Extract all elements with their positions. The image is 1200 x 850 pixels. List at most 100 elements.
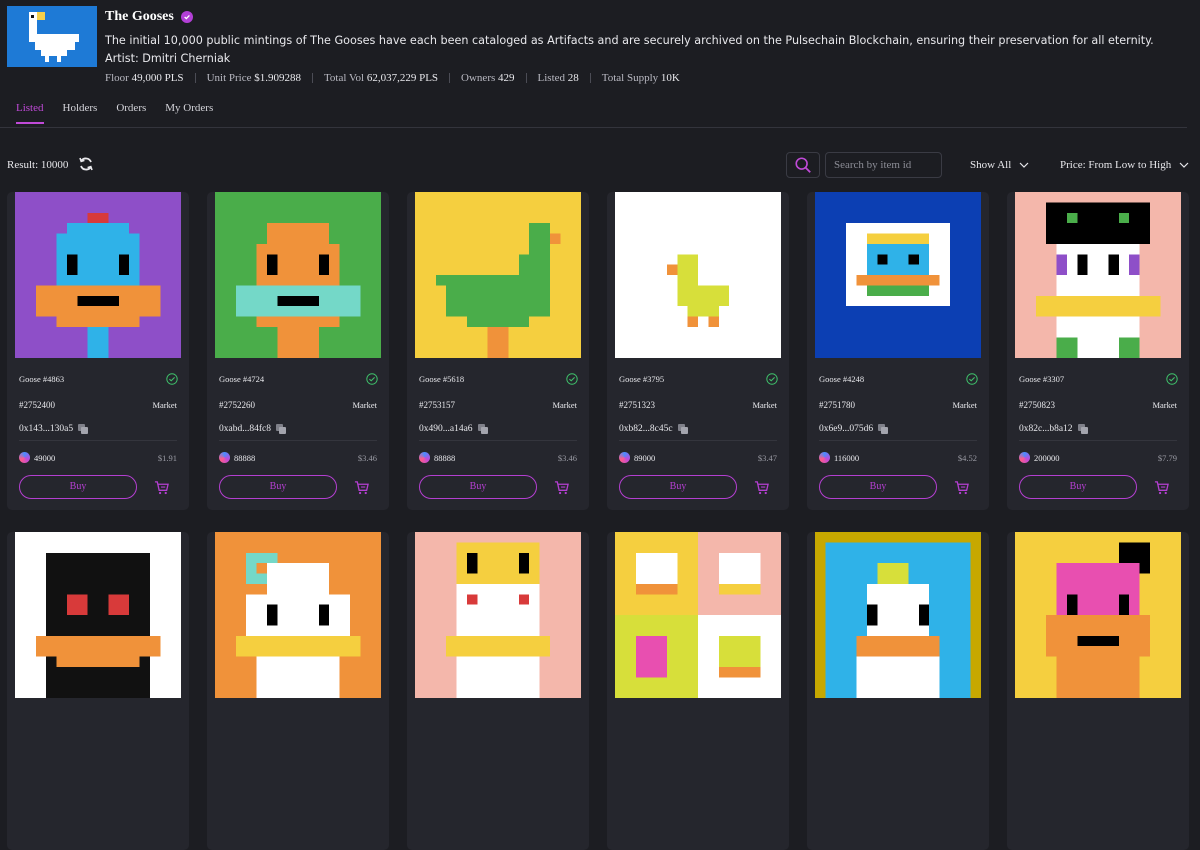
add-to-cart-icon[interactable] — [554, 480, 569, 495]
copy-icon[interactable] — [878, 424, 889, 434]
nft-price: 88888 — [419, 452, 455, 463]
pls-token-icon — [219, 452, 230, 463]
nft-price-value: 200000 — [1034, 452, 1060, 463]
buy-button[interactable]: Buy — [19, 475, 137, 499]
nft-artwork-image[interactable] — [815, 532, 981, 698]
add-to-cart-icon[interactable] — [1154, 480, 1169, 495]
nft-card[interactable]: Goose #4724 #2752260 Market 0xabd...84fc… — [207, 192, 389, 510]
nft-usd-price: $3.46 — [357, 453, 377, 463]
search-button[interactable] — [786, 152, 820, 178]
nft-price: 116000 — [819, 452, 859, 463]
seller-address-text: 0x6e9...075d6 — [819, 424, 874, 434]
seller-address-text: 0x490...a14a6 — [419, 424, 473, 434]
add-to-cart-icon[interactable] — [754, 480, 769, 495]
nft-card[interactable] — [807, 532, 989, 850]
nft-card[interactable]: Goose #3307 #2750823 Market 0x82c...b8a1… — [1007, 192, 1189, 510]
nft-artwork-image[interactable] — [1015, 192, 1181, 358]
verified-check-icon — [566, 373, 578, 385]
seller-address: 0x490...a14a6 — [419, 424, 488, 434]
collection-tabs: Listed Holders Orders My Orders — [16, 102, 213, 124]
nft-card[interactable]: Goose #5618 #2753157 Market 0x490...a14a… — [407, 192, 589, 510]
seller-address-text: 0x82c...b8a12 — [1019, 424, 1073, 434]
verified-check-icon — [1166, 373, 1178, 385]
nft-usd-price: $3.46 — [557, 453, 577, 463]
add-to-cart-icon[interactable] — [154, 480, 169, 495]
collection-header: The Gooses The initial 10,000 public min… — [0, 0, 1200, 128]
chevron-down-icon — [1019, 162, 1029, 168]
card-divider — [219, 440, 377, 441]
stat-floor: Floor 49,000 PLS — [105, 72, 184, 84]
search-input[interactable] — [825, 152, 942, 178]
filter-dropdown[interactable]: Show All — [970, 159, 1029, 171]
seller-address-text: 0xabd...84fc8 — [219, 424, 271, 434]
copy-icon[interactable] — [275, 424, 286, 434]
seller-address: 0x6e9...075d6 — [819, 424, 889, 434]
copy-icon[interactable] — [1077, 424, 1088, 434]
card-divider — [619, 440, 777, 441]
nft-artwork-image[interactable] — [15, 532, 181, 698]
tab-listed[interactable]: Listed — [16, 102, 44, 124]
buy-button[interactable]: Buy — [619, 475, 737, 499]
search-icon — [795, 157, 811, 173]
nft-artwork-image[interactable] — [215, 192, 381, 358]
toolbar: Result: 10000 Show All Price: From Low t… — [0, 150, 1200, 180]
copy-icon[interactable] — [477, 424, 488, 434]
verified-check-icon — [766, 373, 778, 385]
nft-card[interactable] — [607, 532, 789, 850]
nft-card[interactable] — [207, 532, 389, 850]
seller-address: 0x82c...b8a12 — [1019, 424, 1088, 434]
nft-market-label: Market — [1152, 400, 1177, 410]
nft-token-id: #2751780 — [819, 400, 855, 410]
nft-artwork-image[interactable] — [15, 192, 181, 358]
chevron-down-icon — [1179, 162, 1189, 168]
filter-dropdown-label: Show All — [970, 159, 1012, 171]
sort-dropdown[interactable]: Price: From Low to High — [1060, 159, 1189, 171]
buy-button[interactable]: Buy — [1019, 475, 1137, 499]
nft-artwork-image[interactable] — [215, 532, 381, 698]
refresh-icon[interactable] — [78, 156, 94, 172]
tab-holders[interactable]: Holders — [63, 102, 98, 124]
pls-token-icon — [619, 452, 630, 463]
collection-title: The Gooses — [105, 9, 193, 25]
nft-card[interactable]: Goose #4863 #2752400 Market 0x143...130a… — [7, 192, 189, 510]
nft-card[interactable]: Goose #3795 #2751323 Market 0xb82...8c45… — [607, 192, 789, 510]
nft-grid: Goose #4863 #2752400 Market 0x143...130a… — [7, 192, 1189, 850]
stat-separator — [311, 73, 313, 83]
nft-artwork-image[interactable] — [415, 192, 581, 358]
copy-icon[interactable] — [677, 424, 688, 434]
nft-name: Goose #4248 — [819, 374, 865, 384]
seller-address: 0xb82...8c45c — [619, 424, 688, 434]
nft-market-label: Market — [752, 400, 777, 410]
nft-price-value: 116000 — [834, 452, 860, 463]
nft-usd-price: $7.79 — [1157, 453, 1177, 463]
nft-card[interactable] — [7, 532, 189, 850]
copy-icon[interactable] — [78, 424, 89, 434]
nft-token-id: #2752260 — [219, 400, 255, 410]
nft-card[interactable] — [407, 532, 589, 850]
seller-address: 0x143...130a5 — [19, 424, 89, 434]
nft-artwork-image[interactable] — [415, 532, 581, 698]
add-to-cart-icon[interactable] — [354, 480, 369, 495]
nft-artwork-image[interactable] — [615, 532, 781, 698]
nft-card[interactable]: Goose #4248 #2751780 Market 0x6e9...075d… — [807, 192, 989, 510]
tab-my-orders[interactable]: My Orders — [165, 102, 213, 124]
seller-address-text: 0xb82...8c45c — [619, 424, 673, 434]
buy-button[interactable]: Buy — [219, 475, 337, 499]
buy-button[interactable]: Buy — [419, 475, 537, 499]
nft-artwork-image[interactable] — [1015, 532, 1181, 698]
buy-button[interactable]: Buy — [819, 475, 937, 499]
nft-market-label: Market — [952, 400, 977, 410]
nft-price: 49000 — [19, 452, 55, 463]
nft-token-id: #2753157 — [419, 400, 455, 410]
nft-usd-price: $3.47 — [757, 453, 777, 463]
header-divider — [0, 127, 1187, 128]
nft-card[interactable] — [1007, 532, 1189, 850]
add-to-cart-icon[interactable] — [954, 480, 969, 495]
nft-artwork-image[interactable] — [615, 192, 781, 358]
pls-token-icon — [19, 452, 30, 463]
stat-total-volume: Total Vol 62,037,229 PLS — [323, 72, 439, 84]
nft-artwork-image[interactable] — [815, 192, 981, 358]
nft-token-id: #2752400 — [19, 400, 55, 410]
tab-orders[interactable]: Orders — [116, 102, 146, 124]
nft-token-id: #2751323 — [619, 400, 655, 410]
